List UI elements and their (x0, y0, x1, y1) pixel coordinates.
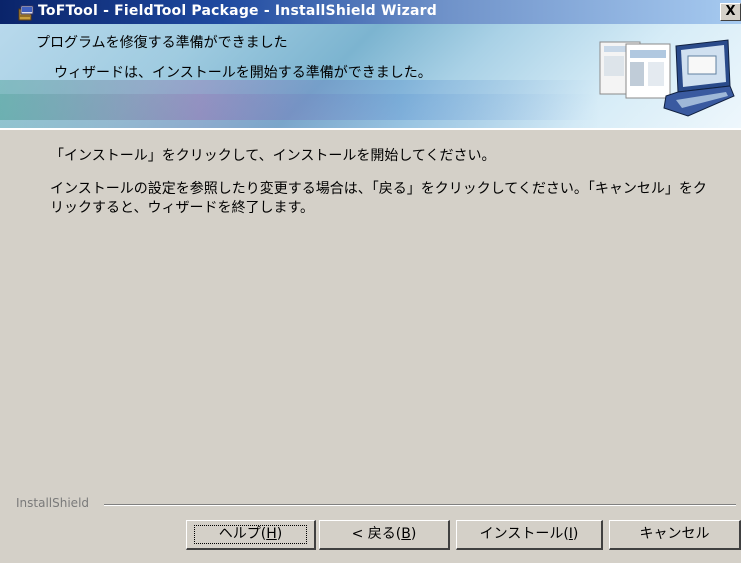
cancel-button[interactable]: キャンセル (609, 520, 741, 550)
back-button[interactable]: < 戻る(B) (319, 520, 450, 550)
install-label: インストール( (479, 526, 569, 542)
cancel-label: キャンセル (639, 526, 710, 542)
close-button[interactable]: X (720, 3, 741, 21)
installshield-brand: InstallShield (16, 496, 90, 510)
footer-divider (104, 504, 736, 506)
close-icon: X (725, 4, 736, 19)
installer-icon (18, 5, 34, 21)
window-title: ToFTool - FieldTool Package - InstallShi… (38, 3, 437, 19)
back-label-suffix: ) (410, 526, 417, 542)
banner-decoration (0, 94, 600, 128)
settings-detail: インストールの設定を参照したり変更する場合は、「戻る」をクリックしてください。「… (50, 181, 707, 216)
back-label: < 戻る( (351, 526, 402, 542)
header-banner: プログラムを修復する準備ができました ウィザードは、インストールを開始する準備が… (0, 24, 741, 130)
banner-subheading: ウィザードは、インストールを開始する準備ができました。 (54, 65, 432, 81)
banner-heading: プログラムを修復する準備ができました (36, 35, 288, 51)
focus-rectangle (194, 525, 307, 544)
help-button[interactable]: ヘルプ(H) (186, 520, 316, 550)
install-instruction: 「インストール」をクリックして、インストールを開始してください。 (50, 148, 496, 164)
install-label-suffix: ) (572, 526, 579, 542)
installshield-wizard-window: ToFTool - FieldTool Package - InstallShi… (0, 0, 741, 563)
laptop-icon (599, 39, 735, 117)
install-button[interactable]: インストール(I) (456, 520, 603, 550)
back-accelerator: B (401, 526, 411, 542)
title-bar[interactable]: ToFTool - FieldTool Package - InstallShi… (0, 0, 741, 24)
